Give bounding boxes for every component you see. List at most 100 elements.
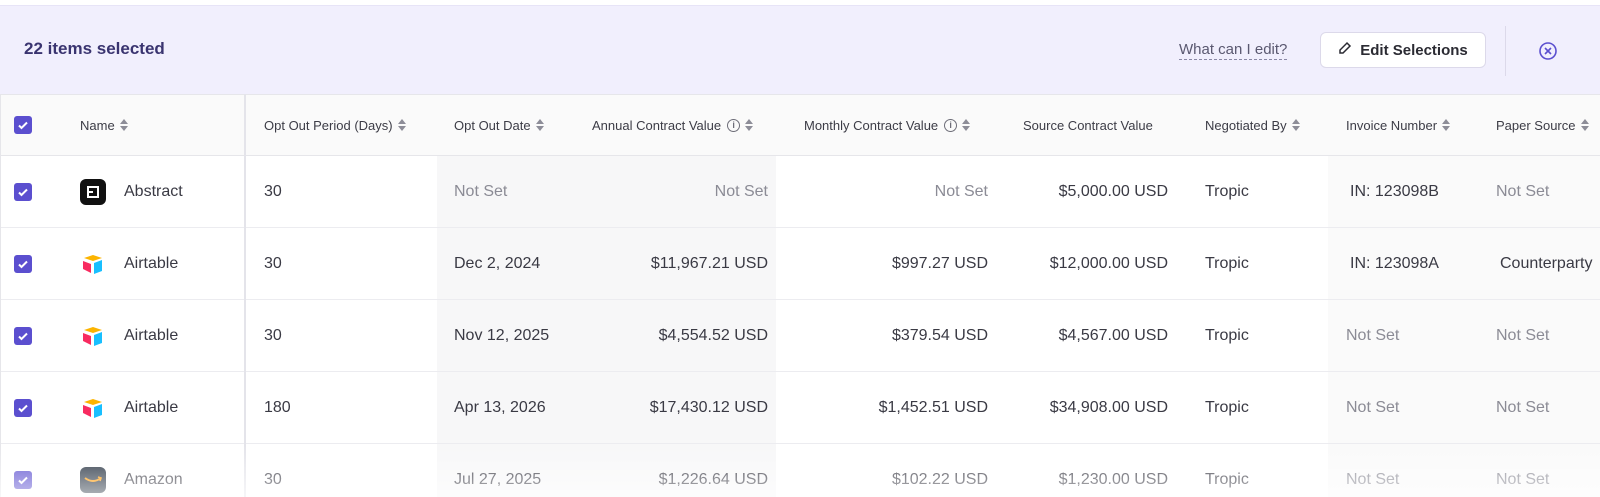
row-checkbox[interactable] <box>14 398 32 417</box>
row-name-cell[interactable]: Airtable <box>80 300 178 371</box>
table-body: Abstract 30 Not Set Not Set Not Set $5,0… <box>0 156 1600 497</box>
edit-selections-label: Edit Selections <box>1360 41 1468 59</box>
contracts-page: 22 items selected What can I edit? Edit … <box>0 0 1600 497</box>
row-paper-source: Not Set <box>1496 182 1550 200</box>
banner-divider <box>1505 26 1506 76</box>
column-header-invoice-number[interactable]: Invoice Number <box>1346 95 1451 155</box>
edit-icon <box>1338 41 1352 59</box>
amazon-logo-icon <box>80 466 106 493</box>
column-header-name[interactable]: Name <box>80 95 128 155</box>
column-header-monthly-value[interactable]: Monthly Contract Value i <box>804 95 971 155</box>
row-checkbox-cell[interactable] <box>14 228 32 299</box>
row-checkbox-cell[interactable] <box>14 444 32 497</box>
row-checkbox-cell[interactable] <box>14 156 32 227</box>
row-paper-source: Not Set <box>1496 470 1550 488</box>
table-row[interactable]: Amazon 30 Jul 27, 2025 $1,226.64 USD $10… <box>0 444 1600 497</box>
sort-icon[interactable] <box>1580 119 1589 131</box>
airtable-logo-icon <box>80 395 106 421</box>
row-negotiated-by: Tropic <box>1205 182 1249 200</box>
row-checkbox-cell[interactable] <box>14 372 32 443</box>
row-invoice-number: Not Set <box>1346 326 1400 344</box>
info-icon[interactable]: i <box>944 118 958 132</box>
sticky-column-divider <box>244 94 246 497</box>
column-header-opt-out-date[interactable]: Opt Out Date <box>454 95 544 155</box>
row-annual-value: $4,554.52 USD <box>658 326 768 344</box>
sort-icon[interactable] <box>119 119 128 131</box>
table-row[interactable]: Airtable 30 Dec 2, 2024 $11,967.21 USD $… <box>0 228 1600 300</box>
select-all-cell[interactable] <box>14 95 34 155</box>
row-paper-source: Not Set <box>1496 398 1550 416</box>
row-opt-out-period: 30 <box>264 182 282 200</box>
row-source-value: $12,000.00 USD <box>1049 254 1168 272</box>
row-source-value: $5,000.00 USD <box>1058 182 1168 200</box>
column-header-paper-source[interactable]: Paper Source <box>1496 95 1589 155</box>
table-left-edge <box>0 94 1 497</box>
sort-icon[interactable] <box>1291 119 1300 131</box>
airtable-logo-icon <box>80 251 106 277</box>
row-opt-out-date: Dec 2, 2024 <box>454 254 541 272</box>
row-source-value: $34,908.00 USD <box>1049 398 1168 416</box>
row-checkbox[interactable] <box>14 326 32 345</box>
row-opt-out-date: Nov 12, 2025 <box>454 326 550 344</box>
row-monthly-value: $102.22 USD <box>891 470 988 488</box>
row-negotiated-by: Tropic <box>1205 254 1249 272</box>
row-invoice-number: Not Set <box>1346 398 1400 416</box>
table-row[interactable]: Airtable 30 Nov 12, 2025 $4,554.52 USD $… <box>0 300 1600 372</box>
close-icon[interactable] <box>1539 42 1557 60</box>
row-monthly-value: $1,452.51 USD <box>878 398 988 416</box>
row-monthly-value: $379.54 USD <box>891 326 988 344</box>
row-checkbox[interactable] <box>14 182 32 201</box>
edit-selections-button[interactable]: Edit Selections <box>1320 32 1486 68</box>
row-annual-value: $1,226.64 USD <box>658 470 768 488</box>
row-name-cell[interactable]: Airtable <box>80 372 178 443</box>
selected-count: 22 items selected <box>24 39 165 58</box>
select-all-checkbox[interactable] <box>14 116 32 134</box>
column-header-negotiated-by[interactable]: Negotiated By <box>1205 95 1300 155</box>
row-opt-out-date: Not Set <box>454 182 508 200</box>
sort-icon[interactable] <box>535 119 544 131</box>
table-row[interactable]: Airtable 180 Apr 13, 2026 $17,430.12 USD… <box>0 372 1600 444</box>
column-header-opt-out-period[interactable]: Opt Out Period (Days) <box>264 95 406 155</box>
row-invoice-number: IN: 123098A <box>1350 254 1439 272</box>
row-invoice-number: Not Set <box>1346 470 1400 488</box>
row-name-cell[interactable]: Abstract <box>80 156 183 227</box>
row-checkbox-cell[interactable] <box>14 300 32 371</box>
row-annual-value: $17,430.12 USD <box>649 398 768 416</box>
column-header-annual-value[interactable]: Annual Contract Value i <box>592 95 754 155</box>
info-icon[interactable]: i <box>727 118 741 132</box>
selection-banner: 22 items selected What can I edit? Edit … <box>0 5 1600 94</box>
row-paper-source: Not Set <box>1496 326 1550 344</box>
row-monthly-value: Not Set <box>934 182 988 200</box>
row-opt-out-period: 180 <box>264 398 291 416</box>
column-header-source-value[interactable]: Source Contract Value <box>1023 95 1153 155</box>
row-source-value: $1,230.00 USD <box>1058 470 1168 488</box>
row-invoice-number: IN: 123098B <box>1350 182 1439 200</box>
row-negotiated-by: Tropic <box>1205 326 1249 344</box>
row-name-cell[interactable]: Amazon <box>80 444 183 497</box>
sort-icon[interactable] <box>962 119 971 131</box>
row-source-value: $4,567.00 USD <box>1058 326 1168 344</box>
row-annual-value: $11,967.21 USD <box>650 254 768 272</box>
row-opt-out-date: Apr 13, 2026 <box>454 398 546 416</box>
sort-icon[interactable] <box>1442 119 1451 131</box>
row-monthly-value: $997.27 USD <box>891 254 988 272</box>
what-can-i-edit-link[interactable]: What can I edit? <box>1179 41 1288 60</box>
row-checkbox[interactable] <box>14 470 32 489</box>
table-header: Name Opt Out Period (Days) Opt Out Date … <box>0 94 1600 156</box>
row-name-cell[interactable]: Airtable <box>80 228 178 299</box>
table-row[interactable]: Abstract 30 Not Set Not Set Not Set $5,0… <box>0 156 1600 228</box>
row-negotiated-by: Tropic <box>1205 398 1249 416</box>
row-checkbox[interactable] <box>14 254 32 273</box>
contracts-table: Name Opt Out Period (Days) Opt Out Date … <box>0 94 1600 497</box>
sort-icon[interactable] <box>745 119 754 131</box>
row-negotiated-by: Tropic <box>1205 470 1249 488</box>
sort-icon[interactable] <box>397 119 406 131</box>
row-annual-value: Not Set <box>714 182 768 200</box>
row-opt-out-period: 30 <box>264 470 282 488</box>
abstract-logo-icon <box>80 178 106 205</box>
airtable-logo-icon <box>80 323 106 349</box>
row-opt-out-period: 30 <box>264 326 282 344</box>
row-opt-out-date: Jul 27, 2025 <box>454 470 542 488</box>
row-paper-source: Counterparty <box>1500 254 1593 272</box>
row-opt-out-period: 30 <box>264 254 282 272</box>
